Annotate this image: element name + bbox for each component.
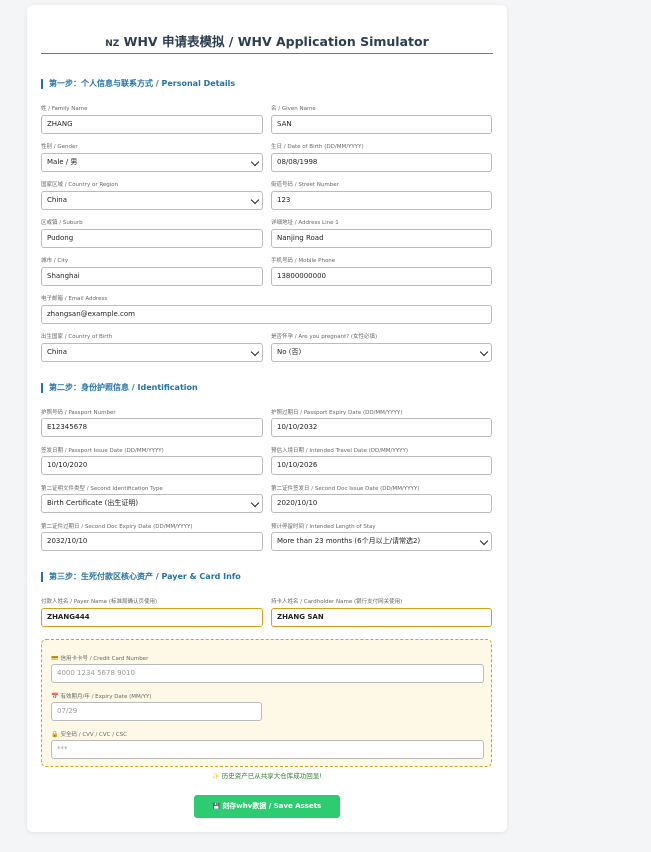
save-icon: 💾 bbox=[212, 803, 221, 810]
email-input[interactable]: zhangsan@example.com bbox=[41, 305, 492, 324]
second-id-type-select[interactable]: Birth Certificate (出生证明) bbox=[41, 494, 263, 513]
second-expiry-label: 第二证件过期日 / Second Doc Expiry Date (DD/MM/… bbox=[41, 524, 193, 530]
family-name-label: 姓 / Family Name bbox=[41, 106, 88, 112]
given-name-input[interactable]: SAN bbox=[271, 115, 492, 134]
payer-name-label: 付款人姓名 / Payer Name (标准局确认页使用) bbox=[41, 599, 158, 605]
street-label: 街道号码 / Street Number bbox=[271, 182, 339, 188]
second-issue-label: 第二证件签发日 / Second Doc Issue Date (DD/MM/Y… bbox=[271, 486, 420, 492]
stay-length-label: 预计停留时间 / Intended Length of Stay bbox=[271, 524, 376, 530]
mobile-label: 手机号码 / Mobile Phone bbox=[271, 258, 336, 264]
credit-card-icon: 💳 bbox=[51, 655, 59, 662]
address-line1-label: 详细地址 / Address Line 1 bbox=[271, 220, 339, 226]
passport-expiry-label: 护照过期日 / Passport Expiry Date (DD/MM/YYYY… bbox=[271, 410, 403, 416]
gender-select[interactable]: Male / 男 bbox=[41, 153, 263, 172]
section-personal-details: 第一步：个人信息与联系方式 / Personal Details bbox=[41, 79, 235, 89]
card-expiry-label: 📅 有效期月/年 / Expiry Date (MM/YY) bbox=[51, 693, 152, 700]
card-info-box: 💳 信用卡卡号 / Credit Card Number 4000 1234 56… bbox=[41, 639, 492, 767]
suburb-input[interactable]: Pudong bbox=[41, 229, 263, 248]
gender-label: 性别 / Gender bbox=[41, 144, 78, 150]
city-input[interactable]: Shanghai bbox=[41, 267, 263, 286]
suburb-label: 区或镇 / Suburb bbox=[41, 220, 83, 226]
birth-country-select[interactable]: China bbox=[41, 343, 263, 362]
street-input[interactable]: 123 bbox=[271, 191, 492, 210]
pregnant-select[interactable]: No (否) bbox=[271, 343, 492, 362]
stay-length-select[interactable]: More than 23 months (6个月以上/请常选2) bbox=[271, 532, 492, 551]
payer-name-input[interactable]: ZHANG444 bbox=[41, 608, 263, 627]
cardholder-name-label: 持卡人姓名 / Cardholder Name (银行支付网关使用) bbox=[271, 599, 403, 605]
passport-issue-input[interactable]: 10/10/2020 bbox=[41, 456, 263, 475]
cvv-input[interactable]: *** bbox=[51, 740, 484, 759]
pregnant-label: 是否怀孕 / Are you pregnant? (女性必填) bbox=[271, 334, 378, 340]
title-divider bbox=[41, 53, 493, 54]
dob-input[interactable]: 08/08/1998 bbox=[271, 153, 492, 172]
calendar-icon: 📅 bbox=[51, 693, 59, 700]
lock-icon: 🔒 bbox=[51, 731, 59, 738]
section-payer-card: 第三步：生死付款区核心资产 / Payer & Card Info bbox=[41, 572, 241, 582]
family-name-input[interactable]: ZHANG bbox=[41, 115, 263, 134]
save-assets-button[interactable]: 💾 刻存whv数据 / Save Assets bbox=[194, 795, 340, 818]
passport-number-label: 护照号码 / Passport Number bbox=[41, 410, 116, 416]
card-number-input[interactable]: 4000 1234 5678 9010 bbox=[51, 664, 484, 683]
country-select[interactable]: China bbox=[41, 191, 263, 210]
title-text: WHV 申请表模拟 / WHV Application Simulator bbox=[123, 34, 429, 49]
travel-date-label: 预估入境日期 / Intended Travel Date (DD/MM/YYY… bbox=[271, 448, 408, 454]
travel-date-input[interactable]: 10/10/2026 bbox=[271, 456, 492, 475]
second-issue-input[interactable]: 2020/10/10 bbox=[271, 494, 492, 513]
country-label: 国家区域 / Country or Region bbox=[41, 182, 119, 188]
passport-issue-label: 签发日期 / Passport Issue Date (DD/MM/YYYY) bbox=[41, 448, 164, 454]
card-expiry-input[interactable]: 07/29 bbox=[51, 702, 262, 721]
page-title: NZ WHV 申请表模拟 / WHV Application Simulator bbox=[41, 31, 493, 50]
given-name-label: 名 / Given Name bbox=[271, 106, 316, 112]
mobile-input[interactable]: 13800000000 bbox=[271, 267, 492, 286]
cvv-label: 🔒 安全码 / CVV / CVC / CSC bbox=[51, 731, 128, 738]
email-label: 电子邮箱 / Email Address bbox=[41, 296, 108, 302]
flag-label: NZ bbox=[105, 39, 120, 49]
city-label: 城市 / City bbox=[41, 258, 69, 264]
second-expiry-input[interactable]: 2032/10/10 bbox=[41, 532, 263, 551]
passport-number-input[interactable]: E12345678 bbox=[41, 418, 263, 437]
card-number-label: 💳 信用卡卡号 / Credit Card Number bbox=[51, 655, 149, 662]
birth-country-label: 出生国家 / Country of Birth bbox=[41, 334, 113, 340]
form-card: NZ WHV 申请表模拟 / WHV Application Simulator… bbox=[27, 5, 507, 832]
second-id-type-label: 第二证明文件类型 / Second Identification Type bbox=[41, 486, 163, 492]
dob-label: 生日 / Date of Birth (DD/MM/YYYY) bbox=[271, 144, 364, 150]
address-line1-input[interactable]: Nanjing Road bbox=[271, 229, 492, 248]
status-message: ✨ 历史资产已从共享大仓库成功回显! bbox=[212, 772, 322, 780]
passport-expiry-input[interactable]: 10/10/2032 bbox=[271, 418, 492, 437]
section-identification: 第二步：身份护照信息 / Identification bbox=[41, 383, 198, 393]
sparkle-icon: ✨ bbox=[212, 773, 220, 780]
cardholder-name-input[interactable]: ZHANG SAN bbox=[271, 608, 492, 627]
